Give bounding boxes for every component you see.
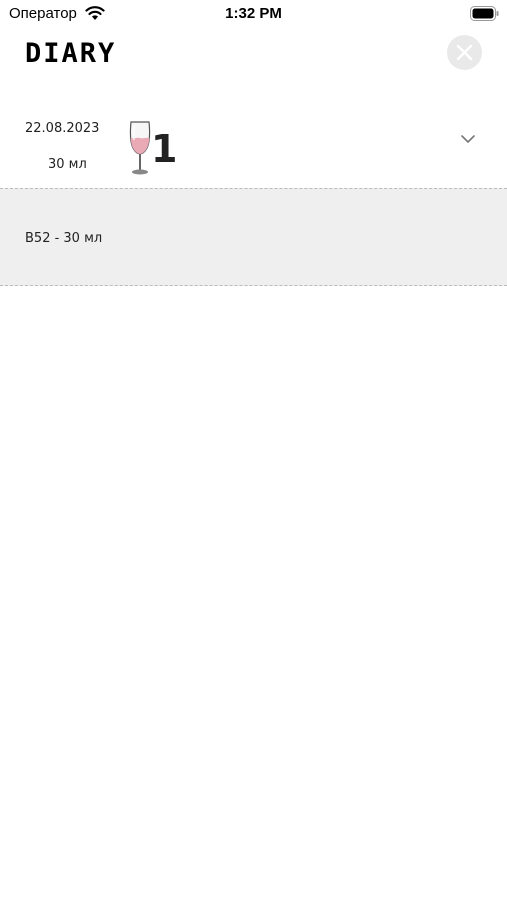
drink-count: 1 (151, 127, 178, 171)
page-title: DIARY (25, 38, 117, 69)
battery-icon (470, 6, 499, 21)
entry-details-panel: B52 - 30 мл (0, 188, 507, 286)
close-icon (456, 44, 473, 61)
status-bar: Оператор 1:32 PM (0, 0, 507, 28)
entry-date: 22.08.2023 (25, 121, 100, 136)
detail-drink-item: B52 - 30 мл (25, 231, 103, 246)
status-time: 1:32 PM (225, 5, 282, 22)
chevron-down-icon[interactable] (460, 133, 476, 145)
diary-entry[interactable]: 22.08.2023 30 мл 1 (0, 104, 507, 188)
close-button[interactable] (447, 35, 482, 70)
entry-amount: 30 мл (48, 157, 87, 172)
